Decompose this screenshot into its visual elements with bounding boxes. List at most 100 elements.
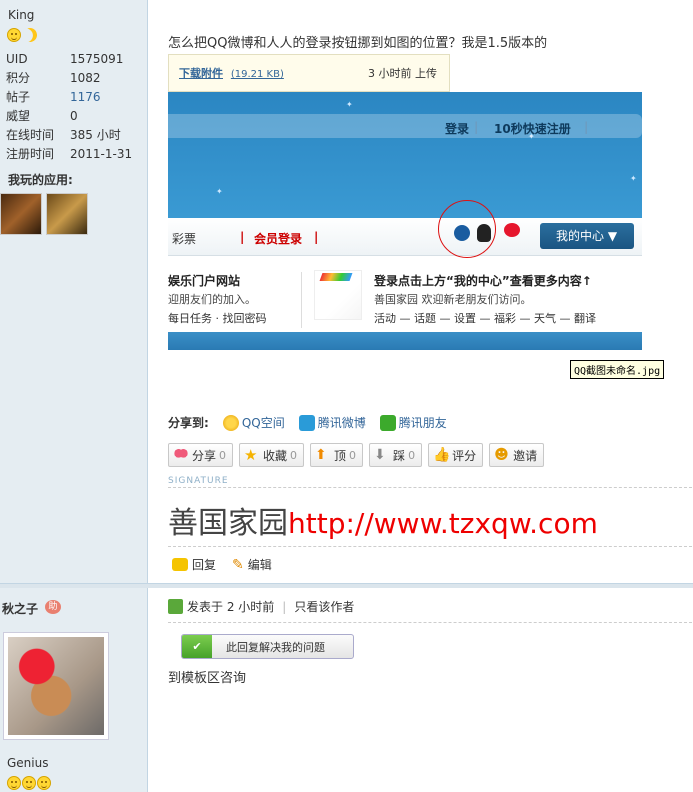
posts-count-link[interactable]: 1176 [70,88,101,107]
invite-icon: ☻ [494,447,509,463]
second-author-sidebar: 秋之子 助 Genius [0,588,148,792]
meta-divider [168,622,692,623]
only-author-link[interactable]: 只看该作者 [294,598,354,615]
stat-row: 在线时间 385 小时 [6,128,121,142]
attachment-size: (19.21 KB) [230,69,284,80]
screenshot-right-links: 活动 — 话题 — 设置 — 福彩 — 天气 — 翻译 [374,312,596,325]
screenshot-divider: | [584,120,589,134]
screenshot-divider: | [474,120,479,134]
mark-solved-button[interactable]: ✔ 此回复解决我的问题 [181,634,354,659]
user-icon [168,599,183,614]
signature-divider [168,487,692,488]
meta-separator: | [282,599,287,614]
rank-icons [7,776,51,790]
share-qzone[interactable]: QQ空间 [222,414,285,431]
screenshot-thumb [314,270,362,320]
stat-row: 积分 1082 [6,71,101,85]
author-stats: UID 1575091 积分 1082 帖子 1176 威望 0 在线时间 385 小时 … [6,50,132,164]
game-app-icon[interactable] [0,193,42,235]
share-tencent-weibo[interactable]: 腾讯微博 [298,414,366,431]
star-decoration: ✦ [630,174,637,183]
screenshot-left-links: 每日任务 · 找回密码 [168,312,267,325]
game-app-icon[interactable] [46,193,88,235]
qq-icon [477,224,491,242]
moon-icon [21,26,39,44]
star-icon: ★ [244,446,258,464]
stat-row: 威望 0 [6,109,78,123]
screenshot-footer [168,332,642,350]
author-name-qiuzhizi[interactable]: 秋之子 [2,600,38,617]
qzone-icon [222,414,239,431]
tencent-weibo-icon [298,414,315,431]
share-row: 分享到: QQ空间 腾讯微博 腾讯朋友 [168,414,447,431]
screenshot-member-login: 会员登录 [254,232,303,246]
up-arrow-icon: ⬆ [315,447,327,463]
screenshot-content-area: 娱乐门户网站 迎朋友们的加入。 每日任务 · 找回密码 登录点击上方“我的中心”… [168,262,642,332]
screenshot-header-bg [168,92,642,218]
screenshot-menu-lottery: 彩票 [172,232,197,246]
smile-icon [7,776,21,790]
attached-screenshot[interactable]: ✦ ✦ ✦ ✦ 登录 | 10秒快速注册 | 彩票 | 会员登录 | 我的中心 … [168,92,642,350]
download-attachment-link[interactable]: 下载附件 [179,67,223,80]
down-arrow-icon: ⬇ [374,447,386,463]
action-buttons: 分享 0 ★ 收藏 0 ⬆ 顶 0 ⬇ 踩 0 👍 评分 ☻ 邀请 [168,443,545,467]
signature-label: SIGNATURE [168,476,229,486]
smile-icon [37,776,51,790]
post-meta: 发表于 2 小时前 | 只看该作者 [168,598,354,615]
renren-icon [454,225,470,241]
screenshot-quick-register: 10秒快速注册 [494,122,571,136]
avatar-frame[interactable] [3,632,109,740]
attachment-time: 3 小时前 上传 [368,67,437,80]
image-caption: QQ截图未命名.jpg [570,360,665,379]
favorite-button[interactable]: ★ 收藏 0 [239,443,305,467]
edit-icon: ✎ [232,556,244,573]
share-tencent-friends[interactable]: 腾讯朋友 [379,414,447,431]
thumb-icon: 👍 [433,447,451,463]
star-decoration: ✦ [216,187,223,196]
share-label: 分享到: [168,416,209,430]
app-icons [0,193,88,235]
screenshot-left-title: 娱乐门户网站 [168,274,241,288]
post-title: 怎么把QQ微博和人人的登录按钮挪到如图的位置？我是1.5版本的 [168,36,548,51]
weibo-icon [504,223,520,237]
stat-row: 帖子 1176 [6,88,132,107]
post-footer-actions: 回复 ✎ 编辑 [172,556,272,573]
reply-icon [172,558,188,571]
screenshot-login: 登录 [445,122,470,136]
helper-badge: 助 [45,600,61,614]
reply-content: 到模板区咨询 [168,671,247,686]
signature-url[interactable]: http://www.tzxqw.com [288,507,598,540]
screenshot-menu-bar-mark: | [240,230,245,244]
signature-site-name: 善国家园 [168,506,288,541]
smile-icon [22,776,36,790]
downvote-button[interactable]: ⬇ 踩 0 [369,443,423,467]
upvote-button[interactable]: ⬆ 顶 0 [310,443,364,467]
author-level-icons [7,28,37,42]
attachment-tooltip: 下载附件 (19.21 KB) 3 小时前 上传 [168,54,450,98]
apps-title: 我玩的应用: [8,173,73,187]
tencent-friends-icon [379,414,396,431]
stat-row: UID 1575091 [6,52,124,66]
screenshot-menu-bar-mark: | [314,230,319,244]
reply-link[interactable]: 回复 [172,556,216,573]
heart-icon [173,447,189,463]
share-button[interactable]: 分享 0 [168,443,234,467]
star-decoration: ✦ [346,100,353,109]
screenshot-separator [301,272,302,328]
author-name-king[interactable]: King [8,8,34,22]
screenshot-my-center-button: 我的中心 ▼ [540,223,634,249]
invite-button[interactable]: ☻ 邀请 [489,443,545,467]
edit-link[interactable]: ✎ 编辑 [232,556,272,573]
rate-button[interactable]: 👍 评分 [428,443,484,467]
stat-row: 注册时间 2011-1-31 [6,147,133,161]
avatar [8,637,104,735]
signature: 善国家园http://www.tzxqw.com [168,498,598,542]
screenshot-right-text: 善国家园 欢迎新老朋友们访问。 [374,293,532,306]
screenshot-right-title: 登录点击上方“我的中心”查看更多内容↑ [374,274,592,288]
screenshot-left-text: 迎朋友们的加入。 [168,293,256,306]
check-icon: ✔ [182,635,212,658]
smile-icon [7,28,21,42]
posted-time: 发表于 2 小时前 [187,600,275,614]
author-rank: Genius [7,756,49,770]
post-footer-divider [168,546,692,547]
